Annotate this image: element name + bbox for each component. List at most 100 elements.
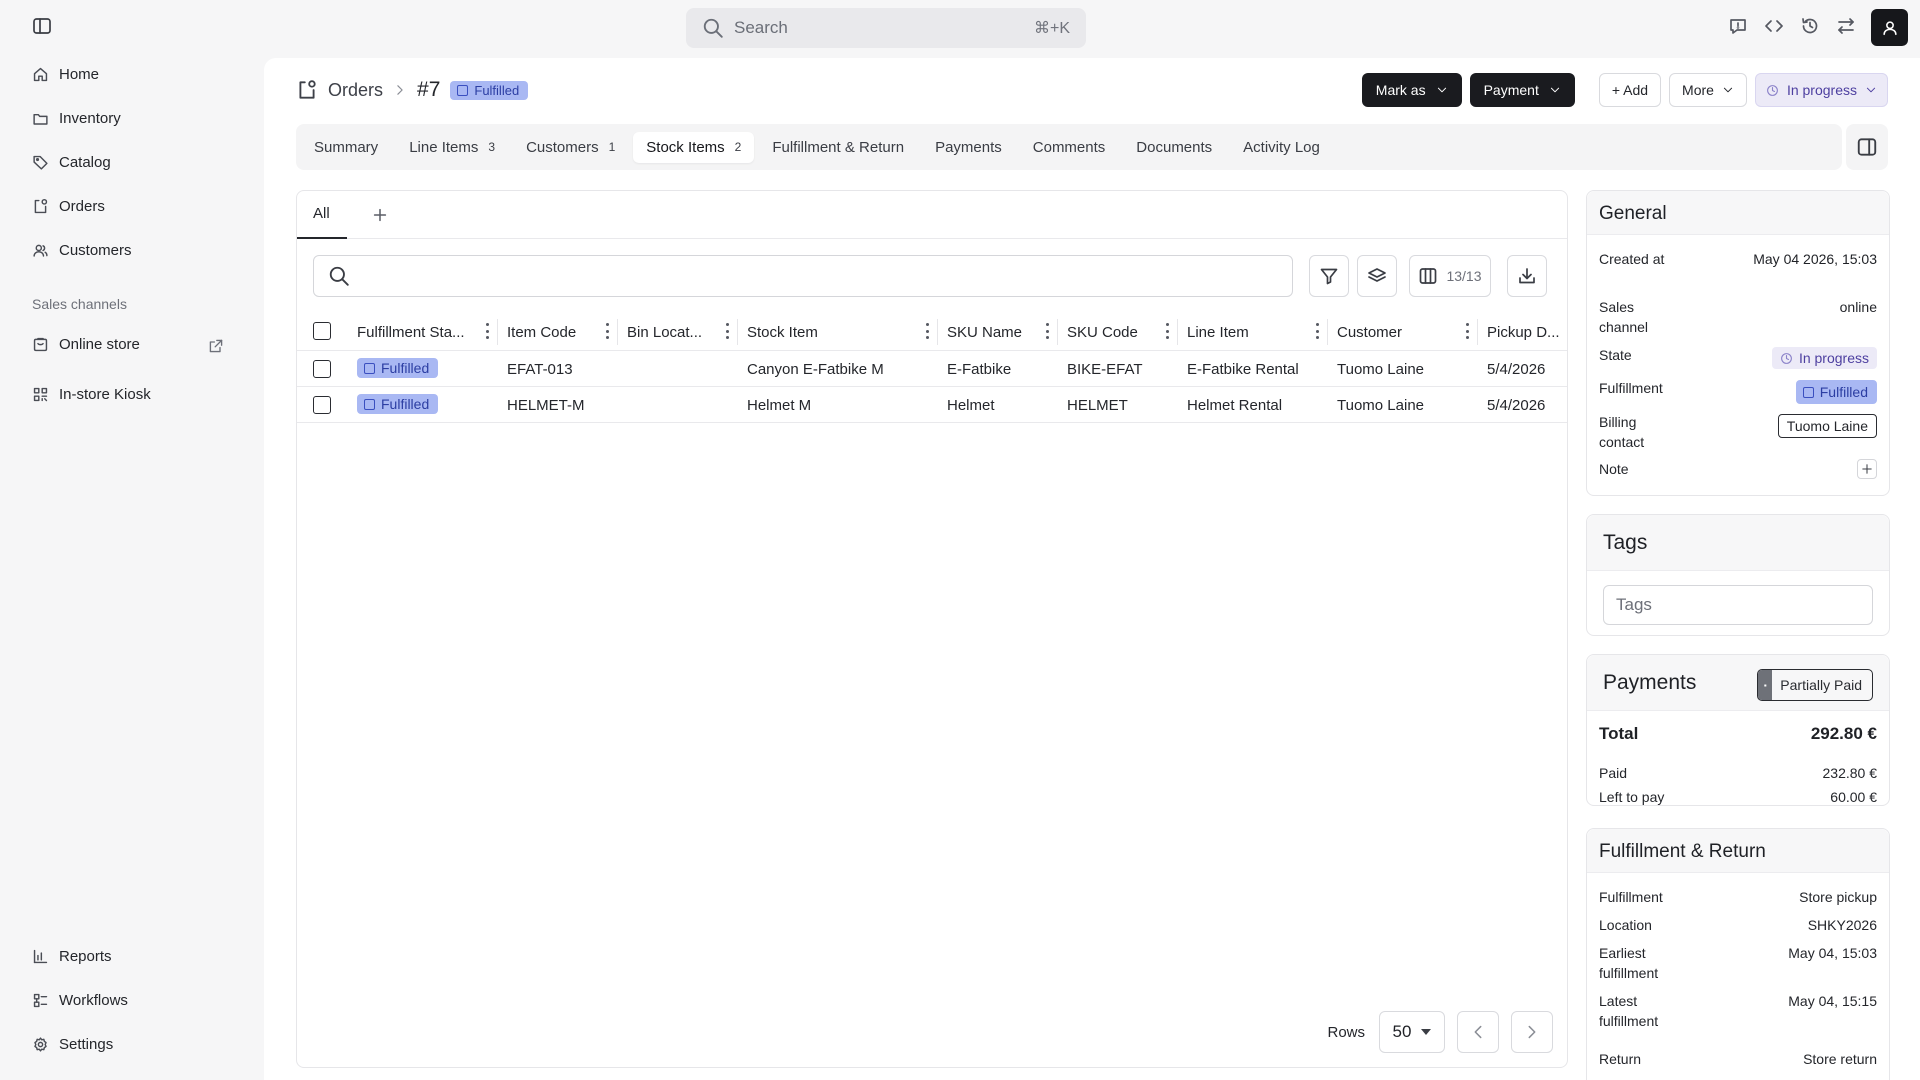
table-search-input[interactable] [313,255,1293,297]
table-header: Fulfillment Sta... Item Code Bin Locat..… [297,313,1567,351]
column-menu-icon[interactable] [1316,323,1320,339]
add-note-button[interactable] [1857,459,1877,479]
tab-label: Customers [526,138,599,156]
more-button[interactable]: More [1669,73,1747,107]
more-label: More [1682,82,1714,98]
column-menu-icon[interactable] [1166,323,1170,339]
sidebar-item-online-store[interactable]: Online store [32,336,140,353]
sidebar-item-reports[interactable]: Reports [32,948,112,965]
user-avatar[interactable] [1871,9,1908,46]
payment-status-badge: ▪ Partially Paid [1757,669,1873,701]
sidebar-toggle-icon[interactable] [32,16,52,36]
add-view-icon[interactable] [371,206,389,224]
fulfilled-status-icon [364,398,375,410]
external-link-icon[interactable] [208,338,224,354]
column-header-item-code[interactable]: Item Code [507,324,576,341]
tags-card: Tags Tags [1586,514,1890,636]
mark-as-button[interactable]: Mark as [1361,73,1462,107]
tab-summary[interactable]: Summary [301,132,391,163]
column-header-fulfillment-status[interactable]: Fulfillment Sta... [357,324,465,341]
sidebar-item-label: Home [59,66,100,83]
user-icon [1882,20,1897,35]
select-all-checkbox[interactable] [313,322,331,340]
global-search[interactable]: Search ⌘+K [686,8,1086,48]
rows-per-page-select[interactable]: 50 [1379,1011,1445,1053]
tab-stock-items[interactable]: Stock Items 2 [633,131,755,163]
column-menu-icon[interactable] [726,323,730,339]
column-header-sku-code[interactable]: SKU Code [1067,324,1138,341]
code-icon[interactable] [1764,16,1784,36]
column-menu-icon[interactable] [1466,323,1470,339]
sidebar-item-inventory[interactable]: Inventory [32,110,121,127]
billing-contact-label: Billing contact [1599,414,1645,450]
sidebar-item-home[interactable]: Home [32,66,99,83]
sidebar-item-in-store-kiosk[interactable]: In-store Kiosk [32,386,151,403]
row-checkbox[interactable] [313,396,331,414]
sidebar-item-orders[interactable]: Orders [32,198,105,215]
filter-button[interactable] [1309,255,1349,297]
billing-contact-chip[interactable]: Tuomo Laine [1777,414,1877,438]
next-page-button[interactable] [1511,1011,1553,1053]
sidebar-item-customers[interactable]: Customers [32,242,132,259]
column-header-line-item[interactable]: Line Item [1187,324,1249,341]
column-header-stock-item[interactable]: Stock Item [747,324,818,341]
previous-page-button[interactable] [1457,1011,1499,1053]
tab-label: Line Items [409,138,479,156]
tags-input[interactable]: Tags [1603,585,1873,625]
tab-label: Stock Items [646,138,725,156]
folder-icon [33,113,48,125]
sidebar-item-workflows[interactable]: Workflows [32,992,128,1009]
fulfillment-return-card: Fulfillment & Return Fulfillment Store p… [1586,828,1890,1080]
switch-icon[interactable] [1836,16,1856,36]
column-header-pickup-date[interactable]: Pickup D... [1487,324,1560,341]
active-view-indicator [297,237,347,239]
column-header-customer[interactable]: Customer [1337,324,1402,341]
table-row[interactable]: Fulfilled HELMET-M Helmet M Helmet HELME… [297,387,1567,423]
breadcrumb-orders-link[interactable]: Orders [328,80,383,101]
search-icon [329,266,349,286]
columns-button[interactable]: 13/13 [1409,255,1491,297]
tab-line-items[interactable]: Line Items 3 [396,132,508,163]
sidebar-item-catalog[interactable]: Catalog [32,154,111,171]
tab-count: 3 [488,140,496,154]
column-menu-icon[interactable] [606,323,610,339]
feedback-icon[interactable] [1728,16,1748,36]
side-panel-toggle[interactable] [1846,124,1888,170]
tab-comments[interactable]: Comments [1020,132,1119,163]
cell-customer: Tuomo Laine [1337,361,1424,378]
column-menu-icon[interactable] [926,323,930,339]
tab-activity-log[interactable]: Activity Log [1230,132,1333,163]
view-tab-all[interactable]: All [313,205,330,222]
download-button[interactable] [1507,255,1547,297]
row-checkbox[interactable] [313,360,331,378]
add-button[interactable]: + Add [1598,73,1662,107]
note-label: Note [1599,461,1629,477]
gear-icon [34,1037,47,1052]
sidebar-item-settings[interactable]: Settings [32,1036,113,1053]
status-badge-label: Fulfilled [381,360,430,376]
payment-button[interactable]: Payment [1469,73,1575,107]
table-row[interactable]: Fulfilled EFAT-013 Canyon E-Fatbike M E-… [297,351,1567,387]
column-header-bin-location[interactable]: Bin Locat... [627,324,702,341]
tab-fulfillment-return[interactable]: Fulfillment & Return [759,132,917,163]
payments-card: Payments ▪ Partially Paid Total 292.80 €… [1586,654,1890,806]
tab-label: Documents [1136,138,1213,156]
state-dropdown[interactable]: In progress [1754,73,1888,107]
chevron-down-icon [1723,87,1733,93]
tab-bar: Summary Line Items 3 Customers 1 Stock Ite… [296,124,1842,170]
tab-payments[interactable]: Payments [922,132,1015,163]
tab-customers[interactable]: Customers 1 [513,132,628,163]
cell-item-code: EFAT-013 [507,361,573,378]
fulfilled-status-icon [1802,386,1814,398]
column-header-sku-name[interactable]: SKU Name [947,324,1022,341]
tab-documents[interactable]: Documents [1123,132,1225,163]
history-icon[interactable] [1800,16,1820,36]
layers-icon [1368,268,1386,282]
state-dropdown-label: In progress [1786,82,1857,98]
layers-button[interactable] [1357,255,1397,297]
side-panel-icon [1857,138,1877,156]
column-menu-icon[interactable] [486,323,490,339]
mark-as-label: Mark as [1375,82,1426,98]
cell-stock-item: Canyon E-Fatbike M [747,361,884,378]
column-menu-icon[interactable] [1046,323,1050,339]
